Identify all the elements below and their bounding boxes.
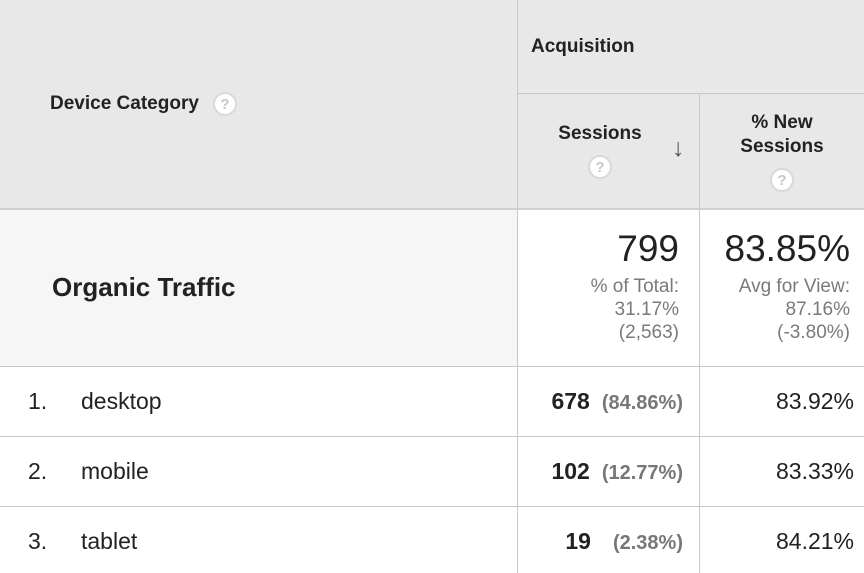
- sessions-percent: (2.38%): [612, 532, 683, 554]
- device-category-label: Device Category: [50, 93, 199, 114]
- summary-label: Organic Traffic: [52, 272, 236, 302]
- summary-avg-label: Avg for View:: [738, 276, 850, 297]
- new-sessions-value: 84.21%: [775, 528, 854, 554]
- sessions-cell: 102 (12.77%): [518, 458, 683, 485]
- table-row[interactable]: 3. tablet 19 (2.38%) 84.21%: [0, 507, 864, 573]
- device-category-header[interactable]: Device Category ?: [50, 92, 237, 116]
- sessions-cell: 678 (84.86%): [518, 388, 683, 415]
- new-sessions-value: 83.33%: [775, 458, 854, 484]
- summary-new-sessions-value: 83.85%: [724, 228, 851, 269]
- help-icon[interactable]: ?: [770, 168, 794, 192]
- device-name[interactable]: tablet: [81, 528, 137, 555]
- summary-sessions-value: 799: [617, 228, 679, 269]
- sort-descending-icon[interactable]: ↓: [672, 134, 685, 163]
- row-index: 2.: [28, 458, 48, 484]
- row-index: 1.: [28, 388, 48, 414]
- summary-sessions-total-pct: 31.17%: [614, 299, 679, 320]
- sessions-value: 19: [565, 528, 591, 554]
- new-sessions-value: 83.92%: [775, 388, 854, 414]
- help-icon[interactable]: ?: [588, 155, 612, 179]
- new-sessions-header-line1: % New: [751, 112, 813, 133]
- sessions-percent: (84.86%): [601, 392, 683, 414]
- acquisition-group-header: Acquisition: [531, 36, 635, 57]
- help-icon[interactable]: ?: [212, 92, 237, 116]
- new-sessions-column-header[interactable]: % New Sessions ?: [700, 94, 864, 208]
- new-sessions-header-line2: Sessions: [740, 136, 824, 157]
- sessions-value: 678: [551, 388, 590, 414]
- summary-avg-value: 87.16%: [785, 299, 850, 320]
- summary-avg-diff: (-3.80%): [777, 322, 850, 343]
- sessions-value: 102: [551, 458, 590, 484]
- sessions-column-header[interactable]: Sessions ? ↓: [518, 94, 699, 208]
- sessions-header-label: Sessions: [558, 123, 642, 144]
- table-row[interactable]: 2. mobile 102 (12.77%) 83.33%: [0, 437, 864, 507]
- sessions-cell: 19 (2.38%): [518, 528, 683, 555]
- device-name[interactable]: desktop: [81, 388, 162, 415]
- row-index: 3.: [28, 528, 48, 554]
- summary-sessions-total-count: (2,563): [618, 322, 679, 343]
- table-row[interactable]: 1. desktop 678 (84.86%) 83.92%: [0, 367, 864, 437]
- device-name[interactable]: mobile: [81, 458, 149, 485]
- sessions-percent: (12.77%): [601, 462, 683, 484]
- summary-sessions-total-label: % of Total:: [590, 276, 679, 297]
